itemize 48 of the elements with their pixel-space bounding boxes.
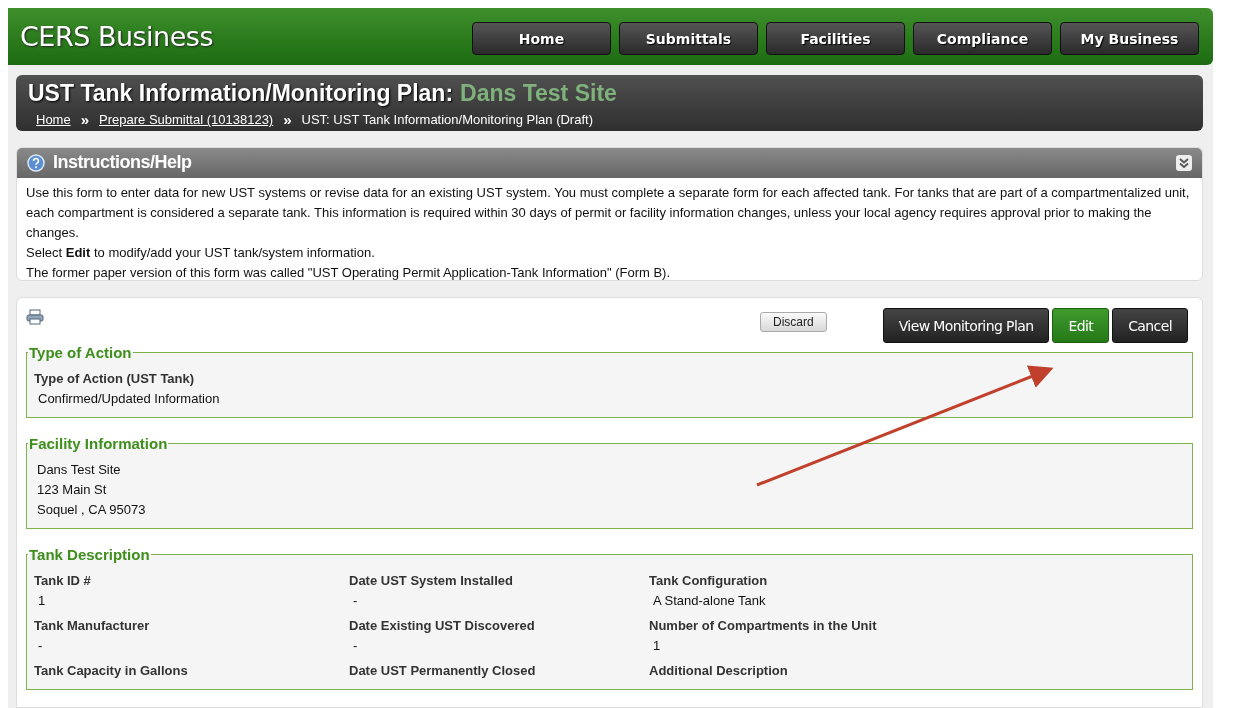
- site-logo[interactable]: CERS Business: [20, 21, 213, 52]
- field-label: Number of Compartments in the Unit: [649, 617, 878, 635]
- field-value: -: [37, 637, 44, 655]
- site-name: Dans Test Site: [460, 80, 617, 107]
- field-value: -: [352, 637, 359, 655]
- field-label: Additional Description: [649, 662, 789, 680]
- breadcrumb-separator: »: [283, 111, 292, 129]
- field-value: -: [352, 592, 359, 610]
- nav-button[interactable]: Facilities: [766, 22, 905, 55]
- breadcrumb-separator: »: [80, 111, 90, 129]
- nav-button[interactable]: Submittals: [619, 22, 758, 55]
- page-title: UST Tank Information/Monitoring Plan:: [28, 80, 454, 107]
- section-title: Facility Information: [28, 435, 169, 452]
- address-line: Dans Test Site: [36, 461, 122, 479]
- field-label: Tank Configuration: [649, 572, 769, 590]
- breadcrumb-current: UST: UST Tank Information/Monitoring Plan (Draft): [301, 112, 593, 128]
- field-value: Confirmed/Updated Information: [37, 390, 221, 408]
- section-title: Type of Action: [28, 344, 133, 361]
- field-label: Date UST System Installed: [349, 572, 514, 590]
- discard-button[interactable]: Discard: [760, 312, 827, 332]
- nav-button[interactable]: My Business: [1060, 22, 1199, 55]
- field-value: 1: [652, 637, 662, 655]
- breadcrumb-link[interactable]: Home: [36, 112, 71, 128]
- address-line: 123 Main St: [36, 481, 108, 499]
- help-title: Instructions/Help: [53, 152, 193, 173]
- field-label: Tank Capacity in Gallons: [34, 662, 189, 680]
- help-header[interactable]: Instructions/Help: [17, 147, 1202, 178]
- help-text: The former paper version of this form was called "UST Operating Permit Application-Tank Information" (Form B).: [26, 263, 672, 280]
- field-label: Date Existing UST Discovered: [349, 617, 536, 635]
- field-label: Tank Manufacturer: [34, 617, 151, 635]
- field-label: Tank ID #: [34, 572, 92, 590]
- field-label: Type of Action (UST Tank): [34, 370, 196, 388]
- collapse-icon[interactable]: [1176, 154, 1192, 171]
- nav-button[interactable]: Home: [472, 22, 611, 55]
- section-title: Tank Description: [28, 546, 151, 563]
- field-value: A Stand-alone Tank: [652, 592, 767, 610]
- nav-button[interactable]: Compliance: [913, 22, 1052, 55]
- breadcrumb-link[interactable]: Prepare Submittal (10138123): [99, 112, 274, 128]
- help-icon: [27, 153, 45, 172]
- field-value: 1: [37, 592, 47, 610]
- field-label: Date UST Permanently Closed: [349, 662, 537, 680]
- help-text: Select Edit to modify/add your UST tank/system information.: [26, 243, 376, 262]
- action-button[interactable]: Edit: [1052, 308, 1110, 343]
- help-text: Use this form to enter data for new UST systems or revise data for an existing UST system. You must complete a separate form for each affected tank. For tanks that are part of a compartmentalized unit, each compartment is considered a separate tank. This information is required within 30 days of permit or facility information changes, unless your local agency requires approval prior to making the changes.: [26, 183, 1191, 242]
- action-button[interactable]: Cancel: [1112, 308, 1188, 343]
- action-button[interactable]: View Monitoring Plan: [882, 308, 1050, 343]
- address-line: Soquel , CA 95073: [36, 501, 147, 519]
- printer-icon[interactable]: [26, 309, 44, 325]
